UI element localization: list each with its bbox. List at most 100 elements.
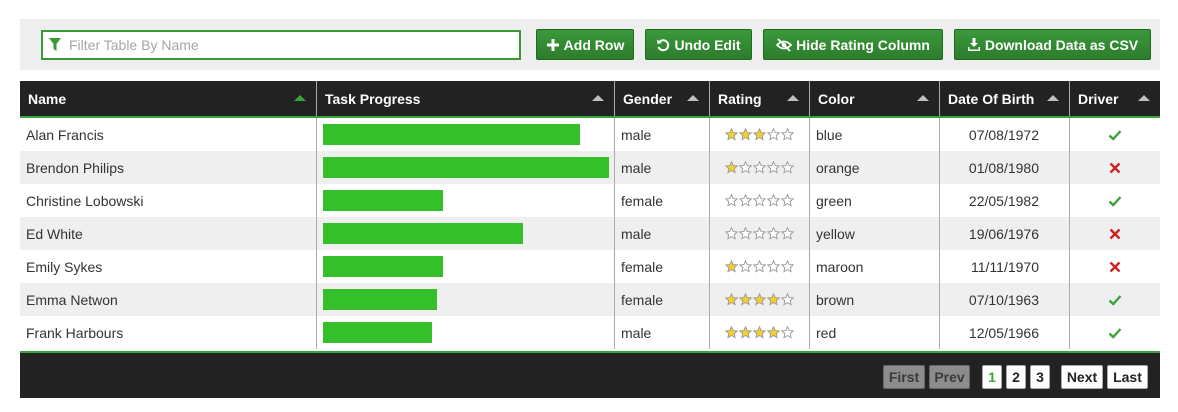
cell-dob[interactable]: 07/10/1963	[940, 283, 1070, 316]
cell-driver[interactable]	[1070, 118, 1160, 151]
table-row[interactable]: Alan Francis male blue 07/08/1972	[20, 118, 1160, 151]
column-header-name[interactable]: Name	[20, 81, 317, 116]
rating-stars	[725, 326, 794, 339]
cell-rating[interactable]	[710, 184, 810, 217]
cell-gender[interactable]: male	[615, 118, 710, 151]
cell-rating[interactable]	[710, 118, 810, 151]
table-row[interactable]: Brendon Philips male orange 01/08/1980	[20, 151, 1160, 184]
cell-gender[interactable]: male	[615, 217, 710, 250]
cell-text: Christine Lobowski	[26, 192, 144, 209]
filter-input[interactable]	[69, 37, 519, 53]
prev-page-button[interactable]: Prev	[929, 365, 970, 389]
cell-color[interactable]: maroon	[810, 250, 940, 283]
cell-driver[interactable]	[1070, 151, 1160, 184]
column-label: Driver	[1078, 90, 1119, 107]
cell-name[interactable]: Christine Lobowski	[20, 184, 317, 217]
column-header-driver[interactable]: Driver	[1070, 81, 1160, 116]
cell-task-progress[interactable]	[317, 316, 615, 349]
cell-driver[interactable]	[1070, 217, 1160, 250]
next-page-button[interactable]: Next	[1061, 365, 1103, 389]
cell-text: yellow	[816, 225, 855, 242]
cell-dob[interactable]: 01/08/1980	[940, 151, 1070, 184]
cell-dob[interactable]: 11/11/1970	[940, 250, 1070, 283]
cell-name[interactable]: Ed White	[20, 217, 317, 250]
star-icon	[781, 161, 794, 174]
hide-rating-column-button[interactable]: Hide Rating Column	[763, 29, 943, 60]
cell-driver[interactable]	[1070, 250, 1160, 283]
column-label: Color	[818, 90, 855, 107]
cell-color[interactable]: blue	[810, 118, 940, 151]
page-button-1[interactable]: 1	[982, 365, 1002, 389]
star-icon	[753, 227, 766, 240]
cell-rating[interactable]	[710, 316, 810, 349]
filter-box[interactable]	[41, 30, 521, 60]
cell-color[interactable]: orange	[810, 151, 940, 184]
cell-gender[interactable]: male	[615, 316, 710, 349]
column-header-gender[interactable]: Gender	[615, 81, 710, 116]
cell-name[interactable]: Brendon Philips	[20, 151, 317, 184]
download-csv-button[interactable]: Download Data as CSV	[954, 29, 1151, 60]
last-page-button[interactable]: Last	[1107, 365, 1148, 389]
table-row[interactable]: Emma Netwon female brown 07/10/1963	[20, 283, 1160, 316]
star-icon	[725, 128, 738, 141]
cell-rating[interactable]	[710, 217, 810, 250]
cell-dob[interactable]: 12/05/1966	[940, 316, 1070, 349]
cell-gender[interactable]: female	[615, 184, 710, 217]
cell-dob[interactable]: 19/06/1976	[940, 217, 1070, 250]
cell-name[interactable]: Frank Harbours	[20, 316, 317, 349]
table-row[interactable]: Ed White male yellow 19/06/1976	[20, 217, 1160, 250]
cell-rating[interactable]	[710, 283, 810, 316]
undo-edit-label: Undo Edit	[674, 36, 741, 53]
cell-task-progress[interactable]	[317, 184, 615, 217]
star-icon	[739, 227, 752, 240]
cell-text: Emma Netwon	[26, 291, 118, 308]
cross-icon	[1109, 261, 1121, 272]
star-icon	[767, 128, 780, 141]
cell-color[interactable]: yellow	[810, 217, 940, 250]
star-icon	[739, 293, 752, 306]
star-icon	[739, 128, 752, 141]
cell-task-progress[interactable]	[317, 250, 615, 283]
cell-task-progress[interactable]	[317, 217, 615, 250]
cell-rating[interactable]	[710, 151, 810, 184]
progress-bar	[323, 190, 443, 211]
cell-name[interactable]: Alan Francis	[20, 118, 317, 151]
cell-driver[interactable]	[1070, 316, 1160, 349]
check-icon	[1108, 327, 1122, 339]
download-csv-label: Download Data as CSV	[984, 36, 1139, 53]
cell-task-progress[interactable]	[317, 283, 615, 316]
cell-name[interactable]: Emily Sykes	[20, 250, 317, 283]
cell-dob[interactable]: 22/05/1982	[940, 184, 1070, 217]
column-header-color[interactable]: Color	[810, 81, 940, 116]
column-header-date-of-birth[interactable]: Date Of Birth	[940, 81, 1070, 116]
plus-icon	[546, 38, 559, 51]
table-row[interactable]: Emily Sykes female maroon 11/11/1970	[20, 250, 1160, 283]
cell-driver[interactable]	[1070, 184, 1160, 217]
table-row[interactable]: Christine Lobowski female green 22/05/1982	[20, 184, 1160, 217]
cell-dob[interactable]: 07/08/1972	[940, 118, 1070, 151]
cell-gender[interactable]: male	[615, 151, 710, 184]
cell-color[interactable]: brown	[810, 283, 940, 316]
add-row-button[interactable]: Add Row	[536, 29, 634, 60]
cell-rating[interactable]	[710, 250, 810, 283]
star-icon	[753, 293, 766, 306]
sort-arrow-icon	[787, 95, 799, 101]
column-header-rating[interactable]: Rating	[710, 81, 810, 116]
cell-name[interactable]: Emma Netwon	[20, 283, 317, 316]
first-page-button[interactable]: First	[883, 365, 925, 389]
page-button-3[interactable]: 3	[1030, 365, 1050, 389]
toolbar: Add Row Undo Edit Hide Rating Column Dow…	[20, 19, 1160, 70]
cell-color[interactable]: green	[810, 184, 940, 217]
page-button-2[interactable]: 2	[1006, 365, 1026, 389]
cell-task-progress[interactable]	[317, 151, 615, 184]
cell-gender[interactable]: female	[615, 250, 710, 283]
cell-gender[interactable]: female	[615, 283, 710, 316]
cell-driver[interactable]	[1070, 283, 1160, 316]
cell-task-progress[interactable]	[317, 118, 615, 151]
undo-edit-button[interactable]: Undo Edit	[645, 29, 752, 60]
sort-arrow-icon	[592, 95, 604, 101]
cell-color[interactable]: red	[810, 316, 940, 349]
table-row[interactable]: Frank Harbours male red 12/05/1966	[20, 316, 1160, 349]
rating-stars	[725, 260, 794, 273]
column-header-task-progress[interactable]: Task Progress	[317, 81, 615, 116]
